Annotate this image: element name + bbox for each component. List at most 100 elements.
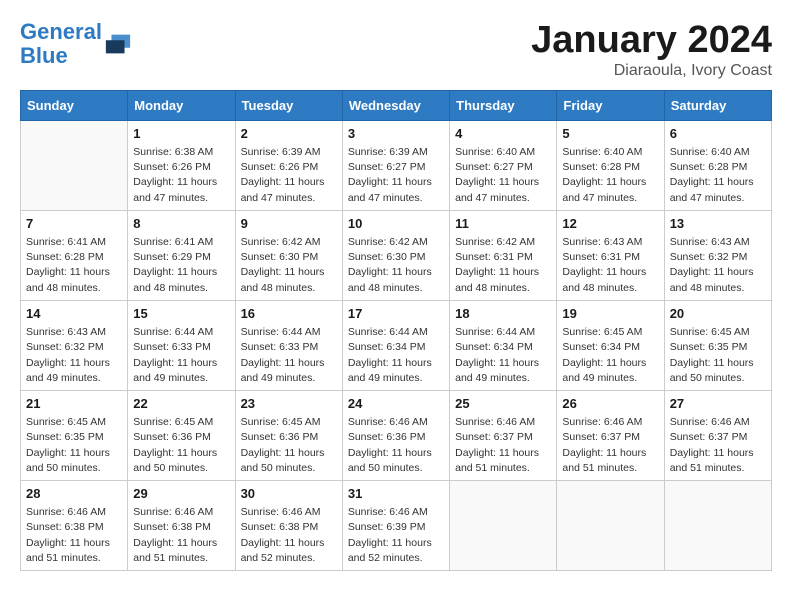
day-number: 31 bbox=[348, 485, 444, 503]
calendar-cell: 2 Sunrise: 6:39 AM Sunset: 6:26 PM Daylig… bbox=[235, 120, 342, 210]
calendar-cell: 16 Sunrise: 6:44 AM Sunset: 6:33 PM Dayli… bbox=[235, 300, 342, 390]
title-area: January 2024 Diaraoula, Ivory Coast bbox=[531, 20, 772, 80]
day-detail: Sunrise: 6:46 AM Sunset: 6:37 PM Dayligh… bbox=[455, 415, 551, 476]
calendar-cell bbox=[450, 481, 557, 571]
day-detail: Sunrise: 6:40 AM Sunset: 6:28 PM Dayligh… bbox=[670, 145, 766, 206]
day-detail: Sunrise: 6:42 AM Sunset: 6:30 PM Dayligh… bbox=[241, 235, 337, 296]
day-number: 29 bbox=[133, 485, 229, 503]
calendar-cell: 24 Sunrise: 6:46 AM Sunset: 6:36 PM Dayli… bbox=[342, 390, 449, 480]
day-detail: Sunrise: 6:45 AM Sunset: 6:36 PM Dayligh… bbox=[241, 415, 337, 476]
calendar-cell: 23 Sunrise: 6:45 AM Sunset: 6:36 PM Dayli… bbox=[235, 390, 342, 480]
day-detail: Sunrise: 6:43 AM Sunset: 6:32 PM Dayligh… bbox=[26, 325, 122, 386]
calendar-cell: 15Sunrise: 6:44 AM Sunset: 6:33 PM Dayli… bbox=[128, 300, 235, 390]
day-detail: Sunrise: 6:44 AM Sunset: 6:34 PM Dayligh… bbox=[455, 325, 551, 386]
day-number: 2 bbox=[241, 125, 337, 143]
calendar-cell bbox=[664, 481, 771, 571]
calendar-cell: 22 Sunrise: 6:45 AM Sunset: 6:36 PM Dayli… bbox=[128, 390, 235, 480]
page-header: GeneralBlue January 2024 Diaraoula, Ivor… bbox=[20, 20, 772, 80]
location-title: Diaraoula, Ivory Coast bbox=[531, 62, 772, 80]
day-number: 26 bbox=[562, 395, 658, 413]
day-detail: Sunrise: 6:45 AM Sunset: 6:34 PM Dayligh… bbox=[562, 325, 658, 386]
day-detail: Sunrise: 6:39 AM Sunset: 6:26 PM Dayligh… bbox=[241, 145, 337, 206]
calendar-week-2: 7 Sunrise: 6:41 AM Sunset: 6:28 PM Daylig… bbox=[21, 210, 772, 300]
calendar-week-4: 21 Sunrise: 6:45 AM Sunset: 6:35 PM Dayli… bbox=[21, 390, 772, 480]
day-detail: Sunrise: 6:44 AM Sunset: 6:33 PM Dayligh… bbox=[241, 325, 337, 386]
day-number: 17 bbox=[348, 305, 444, 323]
weekday-header-monday: Monday bbox=[128, 90, 235, 120]
month-title: January 2024 bbox=[531, 20, 772, 62]
day-number: 5 bbox=[562, 125, 658, 143]
weekday-header-sunday: Sunday bbox=[21, 90, 128, 120]
weekday-header-saturday: Saturday bbox=[664, 90, 771, 120]
calendar-cell: 10 Sunrise: 6:42 AM Sunset: 6:30 PM Dayli… bbox=[342, 210, 449, 300]
weekday-header-friday: Friday bbox=[557, 90, 664, 120]
calendar-cell: 14Sunrise: 6:43 AM Sunset: 6:32 PM Dayli… bbox=[21, 300, 128, 390]
calendar-cell: 25Sunrise: 6:46 AM Sunset: 6:37 PM Dayli… bbox=[450, 390, 557, 480]
day-detail: Sunrise: 6:46 AM Sunset: 6:38 PM Dayligh… bbox=[26, 505, 122, 566]
logo-icon bbox=[104, 30, 132, 58]
calendar-cell bbox=[557, 481, 664, 571]
day-number: 7 bbox=[26, 215, 122, 233]
day-detail: Sunrise: 6:43 AM Sunset: 6:32 PM Dayligh… bbox=[670, 235, 766, 296]
day-detail: Sunrise: 6:41 AM Sunset: 6:28 PM Dayligh… bbox=[26, 235, 122, 296]
day-number: 16 bbox=[241, 305, 337, 323]
day-number: 19 bbox=[562, 305, 658, 323]
calendar-cell: 26 Sunrise: 6:46 AM Sunset: 6:37 PM Dayli… bbox=[557, 390, 664, 480]
calendar-cell: 6 Sunrise: 6:40 AM Sunset: 6:28 PM Daylig… bbox=[664, 120, 771, 210]
day-detail: Sunrise: 6:46 AM Sunset: 6:36 PM Dayligh… bbox=[348, 415, 444, 476]
calendar-cell: 21 Sunrise: 6:45 AM Sunset: 6:35 PM Dayli… bbox=[21, 390, 128, 480]
day-number: 6 bbox=[670, 125, 766, 143]
calendar-cell: 7 Sunrise: 6:41 AM Sunset: 6:28 PM Daylig… bbox=[21, 210, 128, 300]
day-number: 15 bbox=[133, 305, 229, 323]
weekday-header-row: SundayMondayTuesdayWednesdayThursdayFrid… bbox=[21, 90, 772, 120]
day-number: 30 bbox=[241, 485, 337, 503]
day-detail: Sunrise: 6:42 AM Sunset: 6:31 PM Dayligh… bbox=[455, 235, 551, 296]
calendar-week-1: 1 Sunrise: 6:38 AM Sunset: 6:26 PM Daylig… bbox=[21, 120, 772, 210]
day-number: 28 bbox=[26, 485, 122, 503]
day-detail: Sunrise: 6:46 AM Sunset: 6:37 PM Dayligh… bbox=[562, 415, 658, 476]
day-number: 9 bbox=[241, 215, 337, 233]
day-number: 12 bbox=[562, 215, 658, 233]
day-detail: Sunrise: 6:46 AM Sunset: 6:38 PM Dayligh… bbox=[133, 505, 229, 566]
calendar-cell: 29 Sunrise: 6:46 AM Sunset: 6:38 PM Dayli… bbox=[128, 481, 235, 571]
calendar-cell: 27Sunrise: 6:46 AM Sunset: 6:37 PM Dayli… bbox=[664, 390, 771, 480]
calendar-cell: 19 Sunrise: 6:45 AM Sunset: 6:34 PM Dayli… bbox=[557, 300, 664, 390]
day-detail: Sunrise: 6:46 AM Sunset: 6:38 PM Dayligh… bbox=[241, 505, 337, 566]
day-number: 23 bbox=[241, 395, 337, 413]
day-number: 10 bbox=[348, 215, 444, 233]
calendar-cell bbox=[21, 120, 128, 210]
day-detail: Sunrise: 6:39 AM Sunset: 6:27 PM Dayligh… bbox=[348, 145, 444, 206]
day-number: 24 bbox=[348, 395, 444, 413]
calendar-cell: 1 Sunrise: 6:38 AM Sunset: 6:26 PM Daylig… bbox=[128, 120, 235, 210]
day-number: 22 bbox=[133, 395, 229, 413]
weekday-header-wednesday: Wednesday bbox=[342, 90, 449, 120]
day-number: 8 bbox=[133, 215, 229, 233]
day-detail: Sunrise: 6:42 AM Sunset: 6:30 PM Dayligh… bbox=[348, 235, 444, 296]
calendar-cell: 3 Sunrise: 6:39 AM Sunset: 6:27 PM Daylig… bbox=[342, 120, 449, 210]
calendar-cell: 4Sunrise: 6:40 AM Sunset: 6:27 PM Daylig… bbox=[450, 120, 557, 210]
calendar-cell: 12Sunrise: 6:43 AM Sunset: 6:31 PM Dayli… bbox=[557, 210, 664, 300]
calendar-cell: 13 Sunrise: 6:43 AM Sunset: 6:32 PM Dayli… bbox=[664, 210, 771, 300]
day-number: 21 bbox=[26, 395, 122, 413]
logo-text: GeneralBlue bbox=[20, 20, 102, 68]
calendar-cell: 9 Sunrise: 6:42 AM Sunset: 6:30 PM Daylig… bbox=[235, 210, 342, 300]
day-detail: Sunrise: 6:45 AM Sunset: 6:36 PM Dayligh… bbox=[133, 415, 229, 476]
day-number: 13 bbox=[670, 215, 766, 233]
calendar-cell: 30 Sunrise: 6:46 AM Sunset: 6:38 PM Dayli… bbox=[235, 481, 342, 571]
day-number: 3 bbox=[348, 125, 444, 143]
day-detail: Sunrise: 6:45 AM Sunset: 6:35 PM Dayligh… bbox=[670, 325, 766, 386]
day-detail: Sunrise: 6:41 AM Sunset: 6:29 PM Dayligh… bbox=[133, 235, 229, 296]
day-number: 1 bbox=[133, 125, 229, 143]
calendar-cell: 11 Sunrise: 6:42 AM Sunset: 6:31 PM Dayli… bbox=[450, 210, 557, 300]
day-detail: Sunrise: 6:38 AM Sunset: 6:26 PM Dayligh… bbox=[133, 145, 229, 206]
calendar-cell: 28 Sunrise: 6:46 AM Sunset: 6:38 PM Dayli… bbox=[21, 481, 128, 571]
calendar-week-3: 14Sunrise: 6:43 AM Sunset: 6:32 PM Dayli… bbox=[21, 300, 772, 390]
calendar-week-5: 28 Sunrise: 6:46 AM Sunset: 6:38 PM Dayli… bbox=[21, 481, 772, 571]
day-detail: Sunrise: 6:45 AM Sunset: 6:35 PM Dayligh… bbox=[26, 415, 122, 476]
calendar-cell: 5 Sunrise: 6:40 AM Sunset: 6:28 PM Daylig… bbox=[557, 120, 664, 210]
day-detail: Sunrise: 6:40 AM Sunset: 6:28 PM Dayligh… bbox=[562, 145, 658, 206]
day-detail: Sunrise: 6:46 AM Sunset: 6:37 PM Dayligh… bbox=[670, 415, 766, 476]
day-number: 18 bbox=[455, 305, 551, 323]
calendar-cell: 20Sunrise: 6:45 AM Sunset: 6:35 PM Dayli… bbox=[664, 300, 771, 390]
day-number: 11 bbox=[455, 215, 551, 233]
